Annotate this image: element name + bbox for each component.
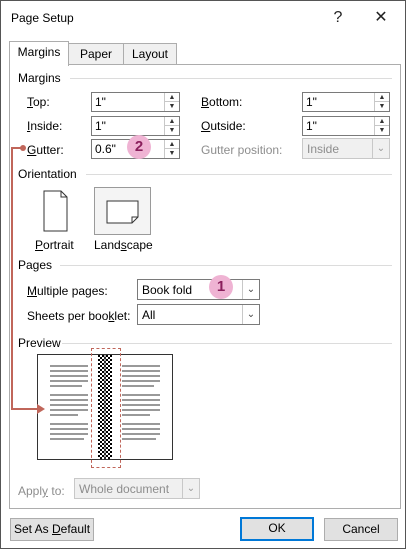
set-as-default-button[interactable]: Set As Default [10,518,94,541]
ok-button[interactable]: OK [240,517,314,541]
annotation-arrow [11,145,45,414]
page-setup-dialog: Page Setup ? ✕ Margins Paper Layout Marg… [0,0,406,549]
cancel-button[interactable]: Cancel [324,518,398,541]
tab-margins[interactable]: Margins [9,41,69,66]
